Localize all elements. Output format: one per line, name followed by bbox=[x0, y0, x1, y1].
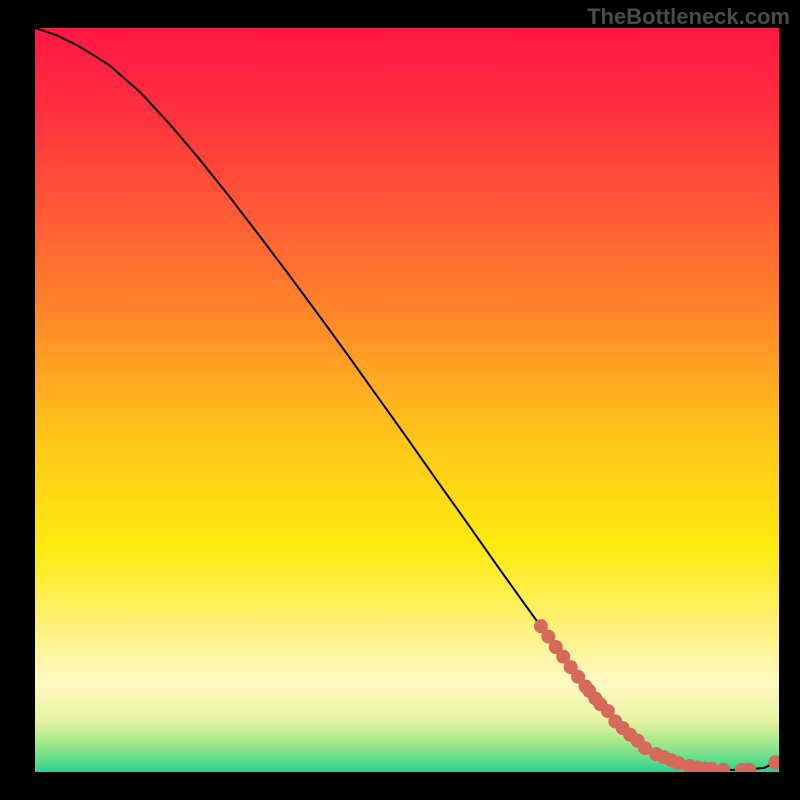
plot-area bbox=[35, 28, 779, 772]
watermark-text: TheBottleneck.com bbox=[587, 4, 790, 30]
chart-svg bbox=[35, 28, 779, 772]
gradient-background bbox=[35, 28, 779, 772]
chart-container: TheBottleneck.com bbox=[0, 0, 800, 800]
